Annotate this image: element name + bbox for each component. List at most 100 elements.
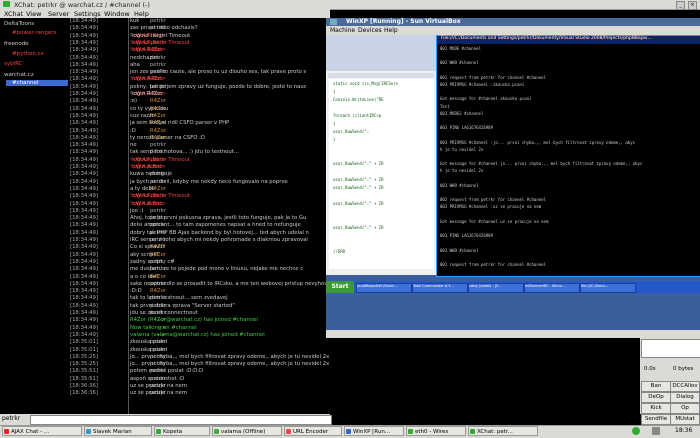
xp-task-button[interactable]: zdroj (vydat) - [S... — [468, 283, 524, 293]
menu-settings[interactable]: Settings — [74, 10, 101, 18]
chat-nick[interactable]: petrkr — [150, 62, 166, 69]
code-line: user.RawSend(":" + IR — [333, 161, 384, 166]
menu-help[interactable]: Help — [134, 10, 149, 18]
timestamp: [18:34:49] — [70, 18, 98, 24]
timestamp: [18:35:25] — [70, 353, 98, 360]
network-tray-icon[interactable] — [632, 427, 640, 435]
minimize-button[interactable]: _ — [676, 1, 685, 10]
chat-line: [18:35:51] petrkr potom možeš poslat :D:D:… — [68, 368, 332, 375]
timestamp: [18:35:25] — [70, 361, 98, 368]
menu-xchat[interactable]: XChat — [4, 10, 23, 18]
taskbar-button[interactable]: WinXP [Run... — [344, 426, 404, 436]
code-line: foreach (clientIRCsp — [333, 113, 382, 118]
timestamp: [18:34:49] — [70, 112, 98, 119]
dccallow-button[interactable]: DCCAllov — [670, 381, 700, 392]
kick-button[interactable]: Kick — [641, 403, 671, 414]
chat-line: [18:34:49] petrkr pekny, tak prijem zpravy… — [68, 84, 332, 91]
xp-task-button[interactable]: mIRserverIRC - Micro... — [524, 283, 580, 293]
console-titlebar: File:///C:/Documents and Settings/petrkr… — [437, 36, 700, 44]
visual-studio-window[interactable]: static void irc_Msg(IRCServ { Console.Wri… — [326, 35, 436, 275]
vbox-guest-screen[interactable]: static void irc_Msg(IRCServ { Console.Wri… — [326, 35, 700, 330]
chat-line: [18:34:49] petrkr Ahoj, toto je prvni poku… — [68, 215, 332, 222]
chat-nick[interactable]: petrkr — [150, 142, 166, 149]
xp-task-button[interactable]: phpBBajaxDW (Runni... — [356, 283, 412, 293]
xp-task-button[interactable]: Total Commander 6.5... — [412, 283, 468, 293]
xchat-title: XChat: petrkr @ warchat.cz / #channel (-… — [14, 1, 150, 9]
ban-button[interactable]: Ban — [641, 381, 671, 392]
timestamp: [18:34:49] — [70, 324, 98, 331]
chat-message: me dusfam, ze to pojede pod mono v linux… — [130, 266, 304, 273]
vbox-menu-devices[interactable]: Devices — [358, 27, 382, 34]
mustat-button[interactable]: MUstat — [670, 414, 700, 425]
chat-line: [18:36:36] petrkr uz se pracuje na nem — [68, 390, 332, 397]
xp-start-button[interactable]: Start — [326, 281, 354, 293]
chat-nick[interactable]: R4Zor — [150, 98, 166, 105]
code-line: user.RawSend(":" + IR — [333, 201, 384, 206]
menu-window[interactable]: Window — [104, 10, 130, 18]
vs-code-editor[interactable]: static void irc_Msg(IRCServ { Console.Wri… — [329, 79, 434, 269]
timestamp: [18:34:49] — [70, 266, 98, 273]
vs-tabs[interactable] — [328, 73, 434, 78]
sendfile-button[interactable]: Sendfile — [641, 414, 671, 425]
chat-line: [18:35:25] petrkr jo... prvni chyba,,, mel… — [68, 354, 332, 361]
chat-message: ja sem kodysi ridil CSFO parser v PHP — [130, 120, 230, 127]
tree-item-selected[interactable]: #channel — [6, 80, 70, 86]
chat-line: [18:34:49] <W.A.R.Bot> !login petrkr — [68, 164, 332, 171]
message-input[interactable] — [30, 415, 332, 425]
chat-line: [18:34:49] R4Zor ja sem kodysi ridil CSFO … — [68, 120, 332, 127]
chat-line: [18:34:49] petrkr tak to letim testnout...… — [68, 295, 332, 302]
menu-view[interactable]: View — [26, 10, 41, 18]
taskbar-button-label: eth0 - Wires — [415, 429, 449, 435]
timestamp: [18:34:49] — [70, 61, 98, 68]
close-button[interactable]: × — [688, 1, 697, 10]
xp-task-button[interactable]: file:///C:/Docu... — [580, 283, 636, 293]
chat-message: joo :) — [130, 207, 144, 214]
tree-item[interactable]: #power-rangers — [12, 30, 56, 36]
tree-item[interactable]: warchat.cz — [4, 72, 34, 78]
taskbar-button[interactable]: Slavek Marian — [84, 426, 152, 436]
chat-line: [18:34:49] <W.A.R.Bot> !login petrkr — [68, 201, 332, 208]
taskbar-button[interactable]: AJAX Chat - ... — [2, 426, 82, 436]
menu-server[interactable]: Server — [48, 10, 69, 18]
deop-button[interactable]: DeOp — [641, 392, 671, 403]
chat-nick[interactable]: R4Zor — [150, 128, 166, 135]
code-line: user.RawSend(":" + IR — [333, 185, 384, 190]
chat-line: [18:34:49] petrkr zas prisel nebo odchazis… — [68, 25, 332, 32]
console-window[interactable]: File:///C:/Documents and Settings/petrkr… — [436, 35, 700, 277]
chat-line: [18:34:49] petrkr kuwa nefunguje — [68, 171, 332, 178]
op-button[interactable]: Op — [670, 403, 700, 414]
timestamp: [18:34:49] — [70, 302, 98, 309]
chat-nick[interactable]: petrkr — [150, 208, 166, 215]
chat-nick[interactable]: R4Zor — [150, 288, 166, 295]
tree-item[interactable]: #python.cs — [12, 51, 44, 57]
chat-message: !logout petrkr Timeout — [130, 156, 190, 163]
chat-line: [18:34:49] R4Zor ty nerozli parser na CSFO… — [68, 135, 332, 142]
tree-item[interactable]: sybIRC — [4, 61, 23, 67]
taskbar-button[interactable]: Kopeta — [154, 426, 210, 436]
timestamp: [18:34:49] — [70, 310, 98, 316]
chat-nick[interactable]: petrkr — [150, 18, 166, 25]
nick-label[interactable]: petrkr — [2, 415, 20, 422]
timestamp: [18:34:49] — [70, 288, 98, 295]
taskbar-button[interactable]: URL Encoder — [284, 426, 342, 436]
vbox-menu-machine[interactable]: Machine — [330, 27, 355, 34]
app-icon — [214, 429, 219, 434]
timestamp: [18:34:49] — [70, 207, 98, 214]
console-line: 002 request from petrkr for channel #cha… — [440, 262, 546, 267]
taskbar-button[interactable]: valama (Offline) — [212, 426, 282, 436]
taskbar-button[interactable]: XChat: petr... — [468, 426, 538, 436]
console-line: h je tu nevidel 2x — [440, 146, 484, 152]
chat-message: cuz razzo — [130, 112, 155, 119]
dialog-button[interactable]: Dialog — [670, 392, 700, 403]
timestamp: [18:34:49] — [70, 200, 98, 207]
chat-line: [18:34:49] <W.A.R.Bot> !logout twigirl Tim… — [68, 33, 332, 40]
taskbar-button[interactable]: eth0 - Wires — [406, 426, 466, 436]
tree-item[interactable]: freenode — [4, 41, 29, 47]
chat-message: !login R4Zor — [130, 47, 163, 54]
code-line: { — [333, 89, 336, 94]
vbox-menu-help[interactable]: Help — [384, 27, 398, 34]
tree-item[interactable]: DeltaToons — [4, 21, 34, 27]
volume-tray-icon[interactable] — [652, 427, 660, 435]
chat-message: potom možeš poslat :D:D:D — [130, 368, 204, 375]
chat-message: pekny, tak prijem zpravy uz funguje, poz… — [130, 83, 307, 90]
